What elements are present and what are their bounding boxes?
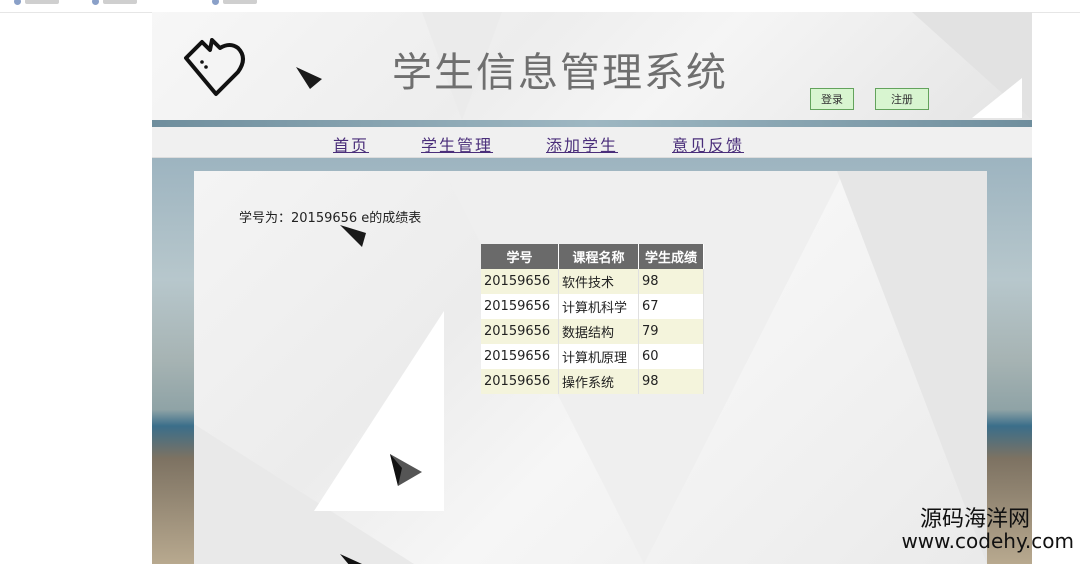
- paper-plane-icon: [296, 67, 322, 89]
- cell-student-id: 20159656: [481, 319, 559, 344]
- content-panel: 学号为：20159656 e的成绩表 学号 课程名称 学生成绩 20159656…: [194, 171, 987, 564]
- table-row: 20159656 计算机原理 60: [481, 344, 704, 369]
- paper-plane-icon: [340, 225, 366, 247]
- paper-plane-icon: [390, 454, 422, 486]
- paper-plane-icon: [340, 554, 362, 564]
- cell-course: 计算机原理: [558, 344, 639, 369]
- table-row: 20159656 软件技术 98: [481, 269, 704, 294]
- column-header-course: 课程名称: [558, 244, 639, 269]
- grades-table: 学号 课程名称 学生成绩 20159656 软件技术 98 20159656 计…: [481, 244, 704, 394]
- cell-score: 79: [638, 319, 704, 344]
- watermark-url: www.codehy.com: [901, 529, 1074, 554]
- bookmark-icon: [92, 0, 99, 5]
- bookmark-item[interactable]: [212, 0, 257, 6]
- page: 学生信息管理系统 登录 注册 首页 学生管理 添加学生 意见反馈 学号为：201…: [152, 12, 1032, 564]
- cat-heart-logo-icon: [184, 38, 245, 96]
- cell-course: 数据结构: [558, 319, 639, 344]
- column-header-student-id: 学号: [481, 244, 559, 269]
- cell-score: 60: [638, 344, 704, 369]
- table-row: 20159656 操作系统 98: [481, 369, 704, 394]
- bookmark-icon: [14, 0, 21, 5]
- cell-score: 98: [638, 269, 704, 294]
- cell-student-id: 20159656: [481, 269, 559, 294]
- cell-course: 操作系统: [558, 369, 639, 394]
- site-header: 学生信息管理系统 登录 注册: [152, 12, 1032, 120]
- cell-course: 软件技术: [558, 269, 639, 294]
- cell-score: 67: [638, 294, 704, 319]
- main-nav: 首页 学生管理 添加学生 意见反馈: [152, 127, 1032, 158]
- nav-item-student-management[interactable]: 学生管理: [421, 132, 493, 156]
- table-header-row: 学号 课程名称 学生成绩: [481, 244, 704, 269]
- login-button[interactable]: 登录: [810, 88, 854, 110]
- site-watermark: 源码海洋网 www.codehy.com: [901, 508, 1074, 552]
- cell-student-id: 20159656: [481, 294, 559, 319]
- column-header-score: 学生成绩: [638, 244, 704, 269]
- score-caption: 学号为：20159656 e的成绩表: [239, 211, 422, 226]
- cell-score: 98: [638, 369, 704, 394]
- table-row: 20159656 计算机科学 67: [481, 294, 704, 319]
- bookmark-item[interactable]: [92, 0, 137, 6]
- cell-student-id: 20159656: [481, 344, 559, 369]
- cell-course: 计算机科学: [558, 294, 639, 319]
- table-row: 20159656 数据结构 79: [481, 319, 704, 344]
- nav-item-feedback[interactable]: 意见反馈: [672, 132, 744, 156]
- bookmark-icon: [212, 0, 219, 5]
- nav-item-add-student[interactable]: 添加学生: [546, 132, 618, 156]
- register-button[interactable]: 注册: [875, 88, 929, 110]
- bookmark-item[interactable]: [14, 0, 59, 6]
- watermark-name: 源码海洋网: [919, 507, 1030, 532]
- site-title: 学生信息管理系统: [392, 50, 728, 96]
- header-divider: [152, 120, 1032, 127]
- cell-student-id: 20159656: [481, 369, 559, 394]
- nav-item-home[interactable]: 首页: [333, 132, 369, 156]
